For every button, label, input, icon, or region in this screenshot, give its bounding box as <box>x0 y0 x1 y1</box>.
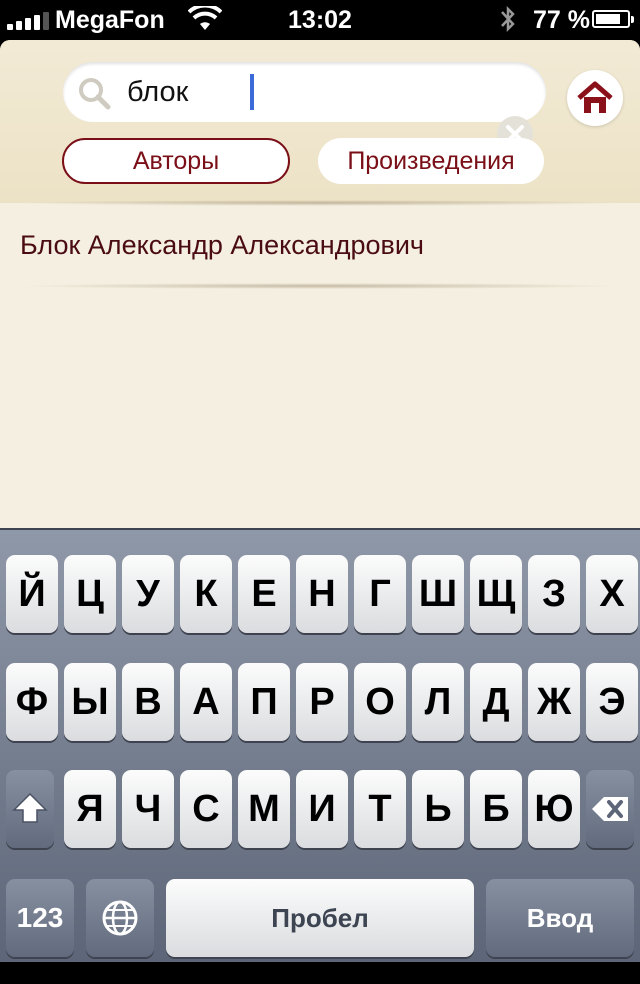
key[interactable]: У <box>122 555 174 633</box>
key[interactable]: З <box>528 555 580 633</box>
shift-icon <box>12 792 48 823</box>
numbers-key[interactable]: 123 <box>6 879 74 957</box>
key[interactable]: В <box>122 663 174 741</box>
bluetooth-icon <box>501 5 515 33</box>
key[interactable]: М <box>238 770 290 848</box>
key[interactable]: Ь <box>412 770 464 848</box>
key[interactable]: Я <box>64 770 116 848</box>
list-item[interactable]: Блок Александр Александрович <box>20 230 424 261</box>
globe-icon <box>102 900 138 936</box>
divider <box>18 200 622 206</box>
key[interactable]: И <box>296 770 348 848</box>
key[interactable]: Р <box>296 663 348 741</box>
key[interactable]: С <box>180 770 232 848</box>
battery-percent: 77 % <box>533 6 590 34</box>
key[interactable]: Е <box>238 555 290 633</box>
return-key[interactable]: Ввод <box>486 879 634 957</box>
key[interactable]: Ш <box>412 555 464 633</box>
key[interactable]: Б <box>470 770 522 848</box>
key[interactable]: Т <box>354 770 406 848</box>
key[interactable]: Н <box>296 555 348 633</box>
key[interactable]: Л <box>412 663 464 741</box>
backspace-key[interactable] <box>586 770 634 848</box>
key[interactable]: Д <box>470 663 522 741</box>
key[interactable]: Э <box>586 663 638 741</box>
backspace-icon <box>592 797 628 821</box>
key[interactable]: Ч <box>122 770 174 848</box>
key[interactable]: Ю <box>528 770 580 848</box>
search-input[interactable] <box>127 70 487 114</box>
app-screen: Авторы Произведения Блок Александр Алекс… <box>0 40 640 528</box>
search-icon <box>79 78 111 110</box>
key[interactable]: Ф <box>6 663 58 741</box>
tab-works[interactable]: Произведения <box>318 138 544 184</box>
home-button[interactable] <box>567 70 623 126</box>
keyboard: Й Ц У К Е Н Г Ш Щ З Х Ф Ы В А П Р О Л Д … <box>0 528 640 962</box>
key[interactable]: Ж <box>528 663 580 741</box>
status-bar: MegaFon 13:02 77 % <box>0 0 640 40</box>
key[interactable]: К <box>180 555 232 633</box>
space-key[interactable]: Пробел <box>166 879 474 957</box>
key[interactable]: Ы <box>64 663 116 741</box>
key[interactable]: Й <box>6 555 58 633</box>
text-caret <box>250 74 254 110</box>
divider <box>18 283 622 289</box>
key[interactable]: Щ <box>470 555 522 633</box>
globe-key[interactable] <box>86 879 154 957</box>
home-icon <box>577 81 613 113</box>
key[interactable]: Г <box>354 555 406 633</box>
key[interactable]: Х <box>586 555 638 633</box>
tab-authors[interactable]: Авторы <box>62 138 290 184</box>
key[interactable]: О <box>354 663 406 741</box>
search-box[interactable] <box>63 62 546 122</box>
key[interactable]: А <box>180 663 232 741</box>
battery-icon <box>592 10 634 28</box>
shift-key[interactable] <box>6 770 54 848</box>
search-header: Авторы Произведения <box>0 40 640 203</box>
key[interactable]: Ц <box>64 555 116 633</box>
key[interactable]: П <box>238 663 290 741</box>
